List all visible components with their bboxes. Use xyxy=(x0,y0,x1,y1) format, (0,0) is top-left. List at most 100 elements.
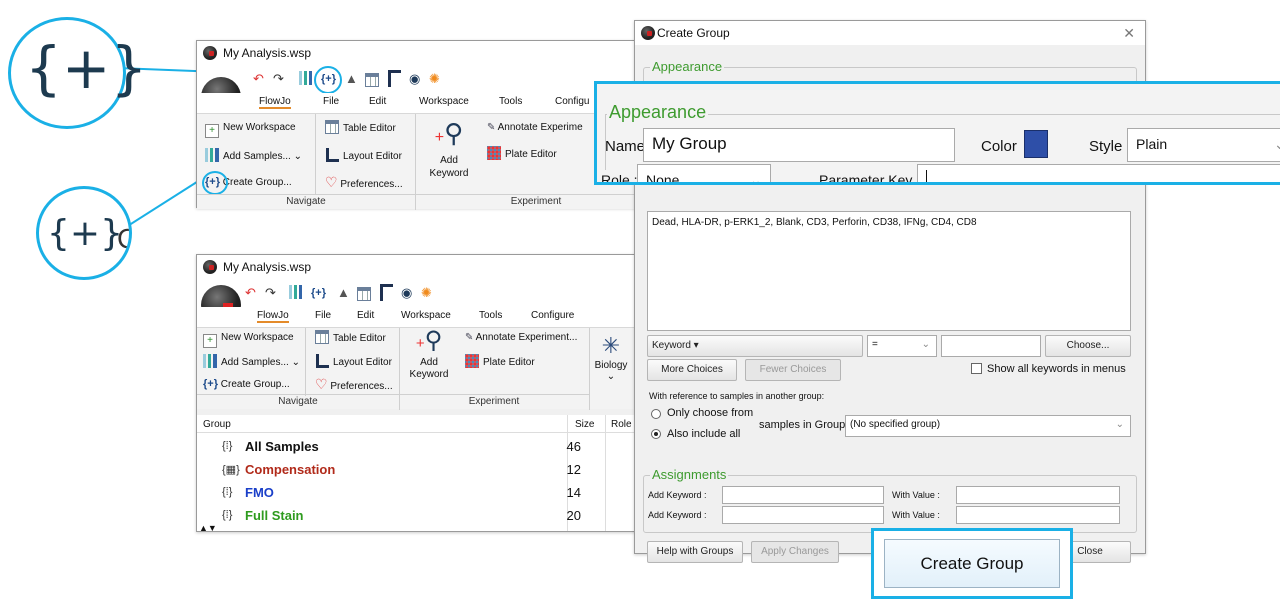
assign-value-input-2[interactable] xyxy=(956,506,1120,524)
layout-peaks-icon[interactable]: ▲ xyxy=(345,71,358,87)
redo-icon[interactable]: ↷ xyxy=(265,285,276,301)
plate-editor-icon xyxy=(465,354,479,368)
table-row[interactable]: {▦} Compensation 12 xyxy=(197,458,637,481)
help-with-groups-button[interactable]: Help with Groups xyxy=(647,541,743,563)
choose-button[interactable]: Choose... xyxy=(1045,335,1131,357)
color-label: Color xyxy=(981,138,1017,155)
group-icon: {⁞} xyxy=(222,509,233,521)
tab-edit[interactable]: Edit xyxy=(357,310,374,321)
add-samples-button[interactable]: Add Samples... ⌄ xyxy=(205,148,302,165)
only-choose-radio[interactable] xyxy=(651,409,661,419)
table-qa-icon[interactable] xyxy=(365,73,379,87)
collapse-arrows-icon[interactable]: ▲▼ xyxy=(199,523,217,533)
close-icon[interactable]: ✕ xyxy=(1123,21,1135,45)
annotate-experiment-button[interactable]: ✎ Annotate Experiment... xyxy=(465,330,577,346)
keyword-list-area[interactable]: Dead, HLA-DR, p-ERK1_2, Blank, CD3, Perf… xyxy=(647,211,1131,331)
app-logo-icon xyxy=(203,260,217,274)
table-editor-button[interactable]: Table Editor xyxy=(315,330,386,347)
table-editor-button[interactable]: Table Editor xyxy=(325,120,396,137)
group-name: All Samples xyxy=(245,439,319,454)
redo-icon[interactable]: ↷ xyxy=(273,71,284,87)
apply-changes-button[interactable]: Apply Changes xyxy=(751,541,839,563)
parameter-key-input[interactable] xyxy=(917,164,1280,182)
style-select[interactable]: Plain⌄ xyxy=(1127,128,1280,162)
tab-configure[interactable]: Configu xyxy=(555,96,589,107)
add-samples-qa-icon[interactable] xyxy=(299,71,312,85)
callout-circle-large: {+} xyxy=(8,17,147,129)
preferences-button[interactable]: ♡ Preferences... xyxy=(315,376,393,395)
layout-editor-icon xyxy=(315,354,329,368)
tab-tools[interactable]: Tools xyxy=(499,96,522,107)
tab-tools[interactable]: Tools xyxy=(479,310,502,321)
key-icon: +⚲ xyxy=(434,118,464,148)
circle-tool-icon[interactable]: ◉ xyxy=(401,285,412,301)
plate-editor-button[interactable]: Plate Editor xyxy=(487,146,557,163)
name-input[interactable]: My Group xyxy=(643,128,955,162)
create-group-label: Create Group... xyxy=(220,379,290,390)
undo-icon[interactable]: ↶ xyxy=(253,71,264,87)
layout-editor-button[interactable]: Layout Editor xyxy=(315,354,392,371)
assign-keyword-input-1[interactable] xyxy=(722,486,884,504)
show-all-keywords-checkbox[interactable] xyxy=(971,363,982,374)
table-qa-icon[interactable] xyxy=(357,287,371,301)
table-editor-label: Table Editor xyxy=(343,123,396,134)
tab-flowjo[interactable]: FlowJo xyxy=(259,96,291,109)
add-samples-qa-icon[interactable] xyxy=(289,285,302,299)
preferences-button[interactable]: ♡ Preferences... xyxy=(325,174,403,193)
gear-orange-icon[interactable]: ✺ xyxy=(429,71,440,87)
table-row[interactable]: {⁞} All Samples 46 xyxy=(197,435,637,458)
add-samples-label: Add Samples... xyxy=(223,151,291,162)
col-role[interactable]: Role xyxy=(611,419,632,430)
group-select[interactable]: (No specified group) ⌄ xyxy=(845,415,1131,437)
assignments-fieldset: Assignments Add Keyword : With Value : A… xyxy=(643,467,1137,533)
layout-editor-button[interactable]: Layout Editor xyxy=(325,148,402,165)
appearance-zoom-callout: Appearance Name My Group Color Style Pla… xyxy=(594,81,1280,185)
annotate-experiment-button[interactable]: ✎ Annotate Experime xyxy=(487,120,583,136)
biology-button[interactable]: ✳ Biology ⌄ xyxy=(593,332,629,382)
add-keyword-button[interactable]: +⚲ Add Keyword xyxy=(429,118,469,179)
table-row[interactable]: {⁞} FMO 14 xyxy=(197,481,637,504)
assignments-legend: Assignments xyxy=(650,467,729,482)
assign-keyword-input-2[interactable] xyxy=(722,506,884,524)
undo-icon[interactable]: ↶ xyxy=(245,285,256,301)
add-keyword-button[interactable]: +⚲ Add Keyword xyxy=(409,328,449,381)
table-row[interactable]: {⁞} Full Stain 20 xyxy=(197,504,637,527)
layout-peaks-icon[interactable]: ▲ xyxy=(337,285,350,301)
tab-file[interactable]: File xyxy=(315,310,331,321)
group-size: 46 xyxy=(566,439,581,454)
tab-workspace[interactable]: Workspace xyxy=(419,96,469,107)
gear-orange-icon[interactable]: ✺ xyxy=(421,285,432,301)
create-group-button[interactable]: Create Group xyxy=(884,539,1060,588)
new-workspace-button[interactable]: + New Workspace xyxy=(203,330,294,348)
ribbon-tabs: FlowJo File Edit Workspace Tools Configu… xyxy=(197,307,637,327)
group-icon: {⁞} xyxy=(222,440,233,452)
highlight-ring-top xyxy=(314,66,342,94)
circle-tool-icon[interactable]: ◉ xyxy=(409,71,420,87)
new-workspace-button[interactable]: + New Workspace xyxy=(205,120,296,138)
tab-edit[interactable]: Edit xyxy=(369,96,386,107)
tab-flowjo[interactable]: FlowJo xyxy=(257,310,289,323)
also-include-radio[interactable] xyxy=(651,429,661,439)
operator-select[interactable]: = ⌄ xyxy=(867,335,937,357)
create-group-icon-large: {+} xyxy=(25,34,148,102)
col-group[interactable]: Group xyxy=(203,419,231,430)
keyword-value-input[interactable] xyxy=(941,335,1041,357)
keyword-select[interactable]: Keyword ▾ xyxy=(647,335,863,357)
fewer-choices-button[interactable]: Fewer Choices xyxy=(745,359,841,381)
tab-file[interactable]: File xyxy=(323,96,339,107)
role-select[interactable]: None ⌄ xyxy=(637,164,771,182)
tab-configure[interactable]: Configure xyxy=(531,310,574,321)
more-choices-button[interactable]: More Choices xyxy=(647,359,737,381)
create-group-button[interactable]: {+} Create Group... xyxy=(203,376,290,393)
add-samples-icon xyxy=(203,354,217,368)
plate-editor-button[interactable]: Plate Editor xyxy=(465,354,535,371)
group-name: FMO xyxy=(245,485,274,500)
create-group-qa-icon[interactable]: {+} xyxy=(311,285,326,301)
col-size[interactable]: Size xyxy=(575,419,594,430)
create-group-label: Create Group... xyxy=(222,177,292,188)
tab-workspace[interactable]: Workspace xyxy=(401,310,451,321)
assign-value-input-1[interactable] xyxy=(956,486,1120,504)
color-swatch[interactable] xyxy=(1024,130,1048,158)
add-samples-button[interactable]: Add Samples... ⌄ xyxy=(203,354,300,371)
highlight-ring-ribbon xyxy=(202,171,228,195)
